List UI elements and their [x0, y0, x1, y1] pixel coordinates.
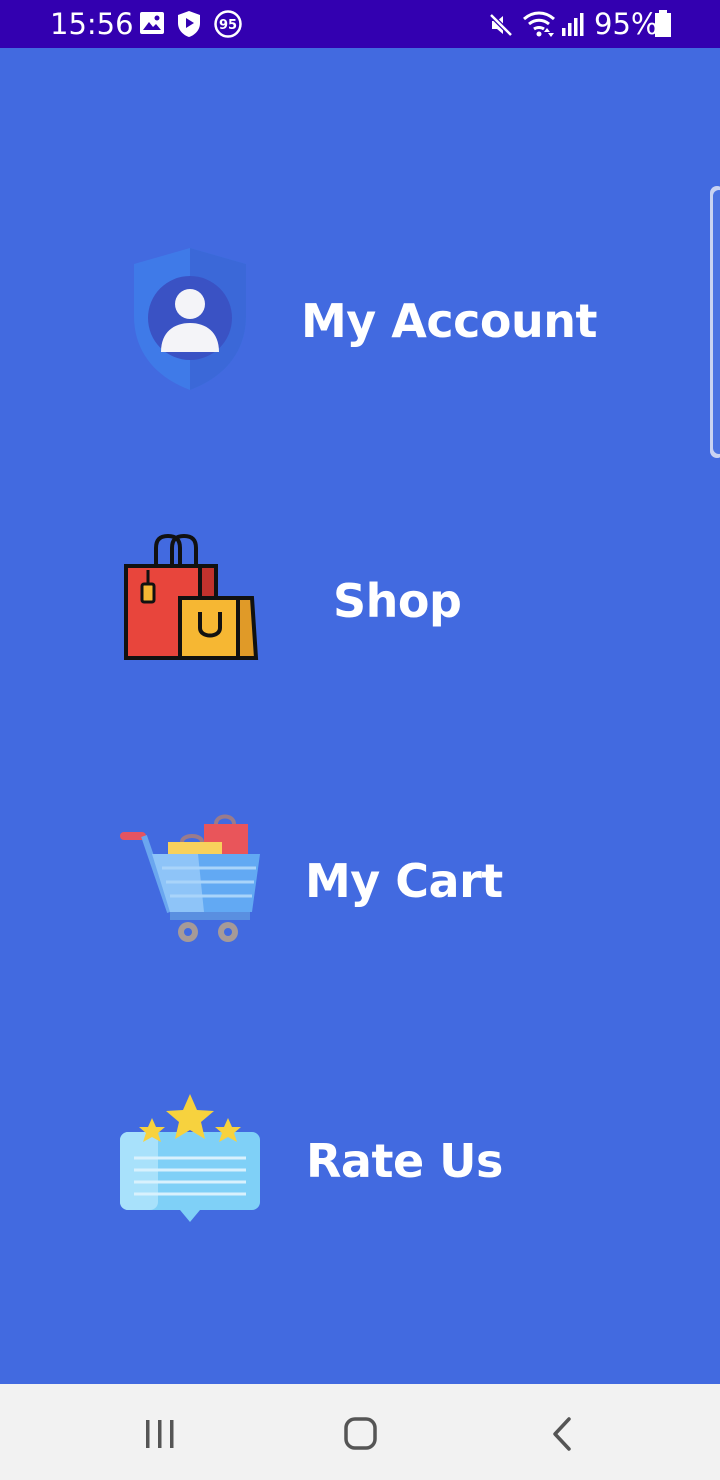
shopping-bags-icon	[124, 534, 259, 660]
account-shield-icon	[134, 248, 246, 390]
menu-label-my-account: My Account	[301, 294, 598, 348]
battery-percentage: 95%	[594, 7, 659, 41]
shield-icon	[178, 11, 200, 37]
menu-label-my-cart: My Cart	[305, 854, 503, 908]
rating-stars-icon	[120, 1094, 260, 1222]
wifi-icon	[523, 11, 555, 37]
shopping-cart-icon	[120, 814, 260, 942]
app-screen: 15:56 95 95% My Account Shop My Cart Rat…	[0, 0, 720, 1480]
signal-icon	[562, 13, 584, 36]
menu-item-my-account[interactable]: My Account	[100, 230, 620, 410]
mute-icon	[488, 12, 514, 38]
back-icon[interactable]	[532, 1404, 592, 1464]
status-bar: 15:56 95 95%	[0, 0, 720, 48]
recent-apps-icon[interactable]	[130, 1404, 190, 1464]
badge-95-icon: 95	[214, 10, 242, 38]
system-nav-bar	[0, 1384, 720, 1480]
menu-item-shop[interactable]: Shop	[100, 510, 620, 690]
battery-icon	[655, 10, 671, 37]
menu-item-rate-us[interactable]: Rate Us	[100, 1070, 620, 1250]
menu-label-rate-us: Rate Us	[306, 1134, 503, 1188]
gallery-icon	[140, 12, 164, 34]
status-time: 15:56	[50, 7, 134, 41]
menu-item-my-cart[interactable]: My Cart	[100, 790, 620, 970]
menu-label-shop: Shop	[333, 574, 462, 628]
home-icon[interactable]	[330, 1404, 390, 1464]
badge-95-text: 95	[219, 18, 237, 33]
scroll-indicator-thumb	[713, 190, 720, 454]
